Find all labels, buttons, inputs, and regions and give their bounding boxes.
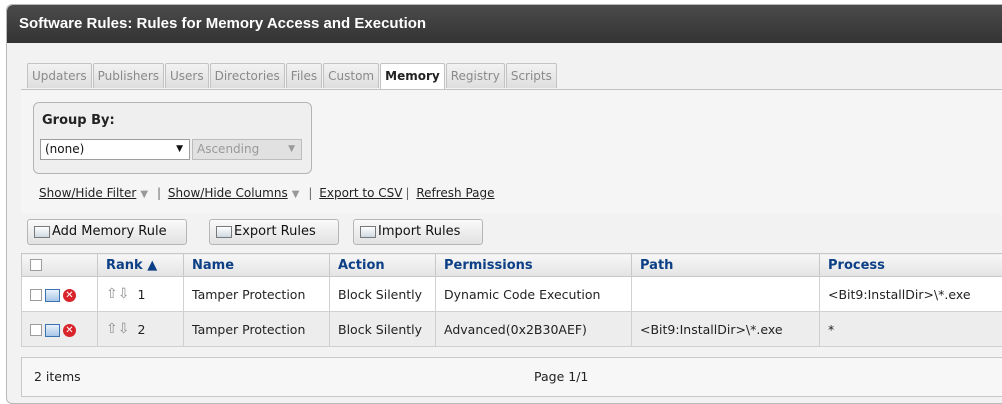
export-rules-label: Export Rules — [234, 224, 316, 239]
permissions-cell: Dynamic Code Execution — [435, 276, 632, 312]
table-row[interactable]: ✕ ⇧⇩ 1 Tamper Protection Block Silently D… — [21, 276, 1002, 312]
name-cell: Tamper Protection — [183, 311, 330, 347]
table-header-row: Rank ▲ Name Action Permissions Path Proc… — [21, 253, 1002, 277]
tab-custom[interactable]: Custom — [323, 63, 380, 88]
chevron-down-icon: ▼ — [176, 144, 183, 154]
delete-icon[interactable]: ✕ — [63, 323, 76, 337]
software-rules-panel: Software Rules: Rules for Memory Access … — [6, 4, 1002, 404]
sort-order-select[interactable]: Ascending ▼ — [192, 139, 302, 160]
row-checkbox[interactable] — [30, 289, 42, 301]
column-header-path[interactable]: Path — [631, 253, 820, 277]
arrow-up-icon[interactable]: ⇧ — [106, 286, 118, 302]
arrow-down-icon[interactable]: ⇩ — [118, 321, 130, 337]
grid-footer: 2 items Page 1/1 — [21, 357, 1002, 397]
group-by-label: Group By: — [42, 113, 115, 128]
group-by-box: Group By: (none) ▼ Ascending ▼ — [33, 102, 312, 174]
chevron-down-icon[interactable]: ▼ — [292, 189, 300, 200]
add-icon — [34, 226, 50, 238]
tab-directories[interactable]: Directories — [209, 63, 285, 88]
export-csv-link[interactable]: Export to CSV — [319, 186, 402, 200]
window-title: Software Rules: Rules for Memory Access … — [7, 5, 1002, 43]
column-header-permissions[interactable]: Permissions — [435, 253, 632, 277]
refresh-page-link[interactable]: Refresh Page — [416, 186, 494, 200]
rule-tabs: Updaters Publishers Users Directories Fi… — [27, 63, 558, 89]
divider: | — [308, 186, 313, 200]
import-rules-label: Import Rules — [378, 224, 461, 239]
edit-icon[interactable] — [45, 323, 60, 337]
add-memory-rule-button[interactable]: Add Memory Rule — [27, 219, 187, 245]
tab-files[interactable]: Files — [285, 63, 323, 88]
rank-value: 1 — [137, 286, 146, 302]
import-rules-button[interactable]: Import Rules — [353, 219, 483, 245]
memory-rules-table: Rank ▲ Name Action Permissions Path Proc… — [21, 253, 1002, 347]
delete-icon[interactable]: ✕ — [63, 288, 76, 302]
divider: | — [405, 186, 410, 200]
name-cell: Tamper Protection — [183, 276, 330, 312]
page-indicator: Page 1/1 — [534, 369, 589, 384]
export-icon — [216, 226, 232, 238]
row-checkbox[interactable] — [30, 324, 42, 336]
action-cell: Block Silently — [329, 311, 436, 347]
item-count: 2 items — [34, 369, 81, 384]
select-all-header[interactable] — [21, 253, 98, 277]
row-controls: ✕ — [21, 276, 98, 312]
process-cell: <Bit9:InstallDir>\*.exe — [819, 276, 1002, 312]
permissions-cell: Advanced(0x2B30AEF) — [435, 311, 632, 347]
tab-users[interactable]: Users — [165, 63, 209, 88]
export-rules-button[interactable]: Export Rules — [209, 219, 339, 245]
show-hide-columns-link[interactable]: Show/Hide Columns — [168, 186, 288, 200]
group-by-select[interactable]: (none) ▼ — [40, 139, 190, 160]
rank-cell: ⇧⇩ 2 — [97, 311, 184, 347]
tab-memory[interactable]: Memory — [380, 63, 445, 89]
import-icon — [360, 226, 376, 238]
path-cell: <Bit9:InstallDir>\*.exe — [631, 311, 820, 347]
edit-icon[interactable] — [45, 288, 60, 302]
column-header-process[interactable]: Process — [819, 253, 1002, 277]
select-all-checkbox[interactable] — [30, 259, 42, 271]
tab-publishers[interactable]: Publishers — [92, 63, 164, 88]
process-cell: * — [819, 311, 1002, 347]
sort-order-value: Ascending — [197, 142, 260, 156]
tab-scripts[interactable]: Scripts — [505, 63, 557, 88]
table-row[interactable]: ✕ ⇧⇩ 2 Tamper Protection Block Silently A… — [21, 311, 1002, 347]
chevron-down-icon: ▼ — [288, 144, 295, 154]
arrow-down-icon[interactable]: ⇩ — [118, 286, 130, 302]
tab-updaters[interactable]: Updaters — [27, 63, 92, 88]
column-header-rank[interactable]: Rank ▲ — [97, 253, 184, 277]
grid-links: Show/Hide Filter ▼ | Show/Hide Columns ▼ | E… — [39, 186, 495, 200]
add-memory-rule-label: Add Memory Rule — [52, 224, 167, 239]
path-cell — [631, 276, 820, 312]
tab-registry[interactable]: Registry — [445, 63, 505, 88]
column-header-action[interactable]: Action — [329, 253, 436, 277]
show-hide-filter-link[interactable]: Show/Hide Filter — [39, 186, 136, 200]
divider: | — [157, 186, 162, 200]
group-by-value: (none) — [45, 142, 85, 156]
rank-value: 2 — [137, 321, 146, 337]
chevron-down-icon[interactable]: ▼ — [140, 189, 148, 200]
column-header-name[interactable]: Name — [183, 253, 330, 277]
rank-cell: ⇧⇩ 1 — [97, 276, 184, 312]
tab-content: Group By: (none) ▼ Ascending ▼ Show/Hide… — [21, 89, 1002, 214]
row-controls: ✕ — [21, 311, 98, 347]
action-cell: Block Silently — [329, 276, 436, 312]
arrow-up-icon[interactable]: ⇧ — [106, 321, 118, 337]
